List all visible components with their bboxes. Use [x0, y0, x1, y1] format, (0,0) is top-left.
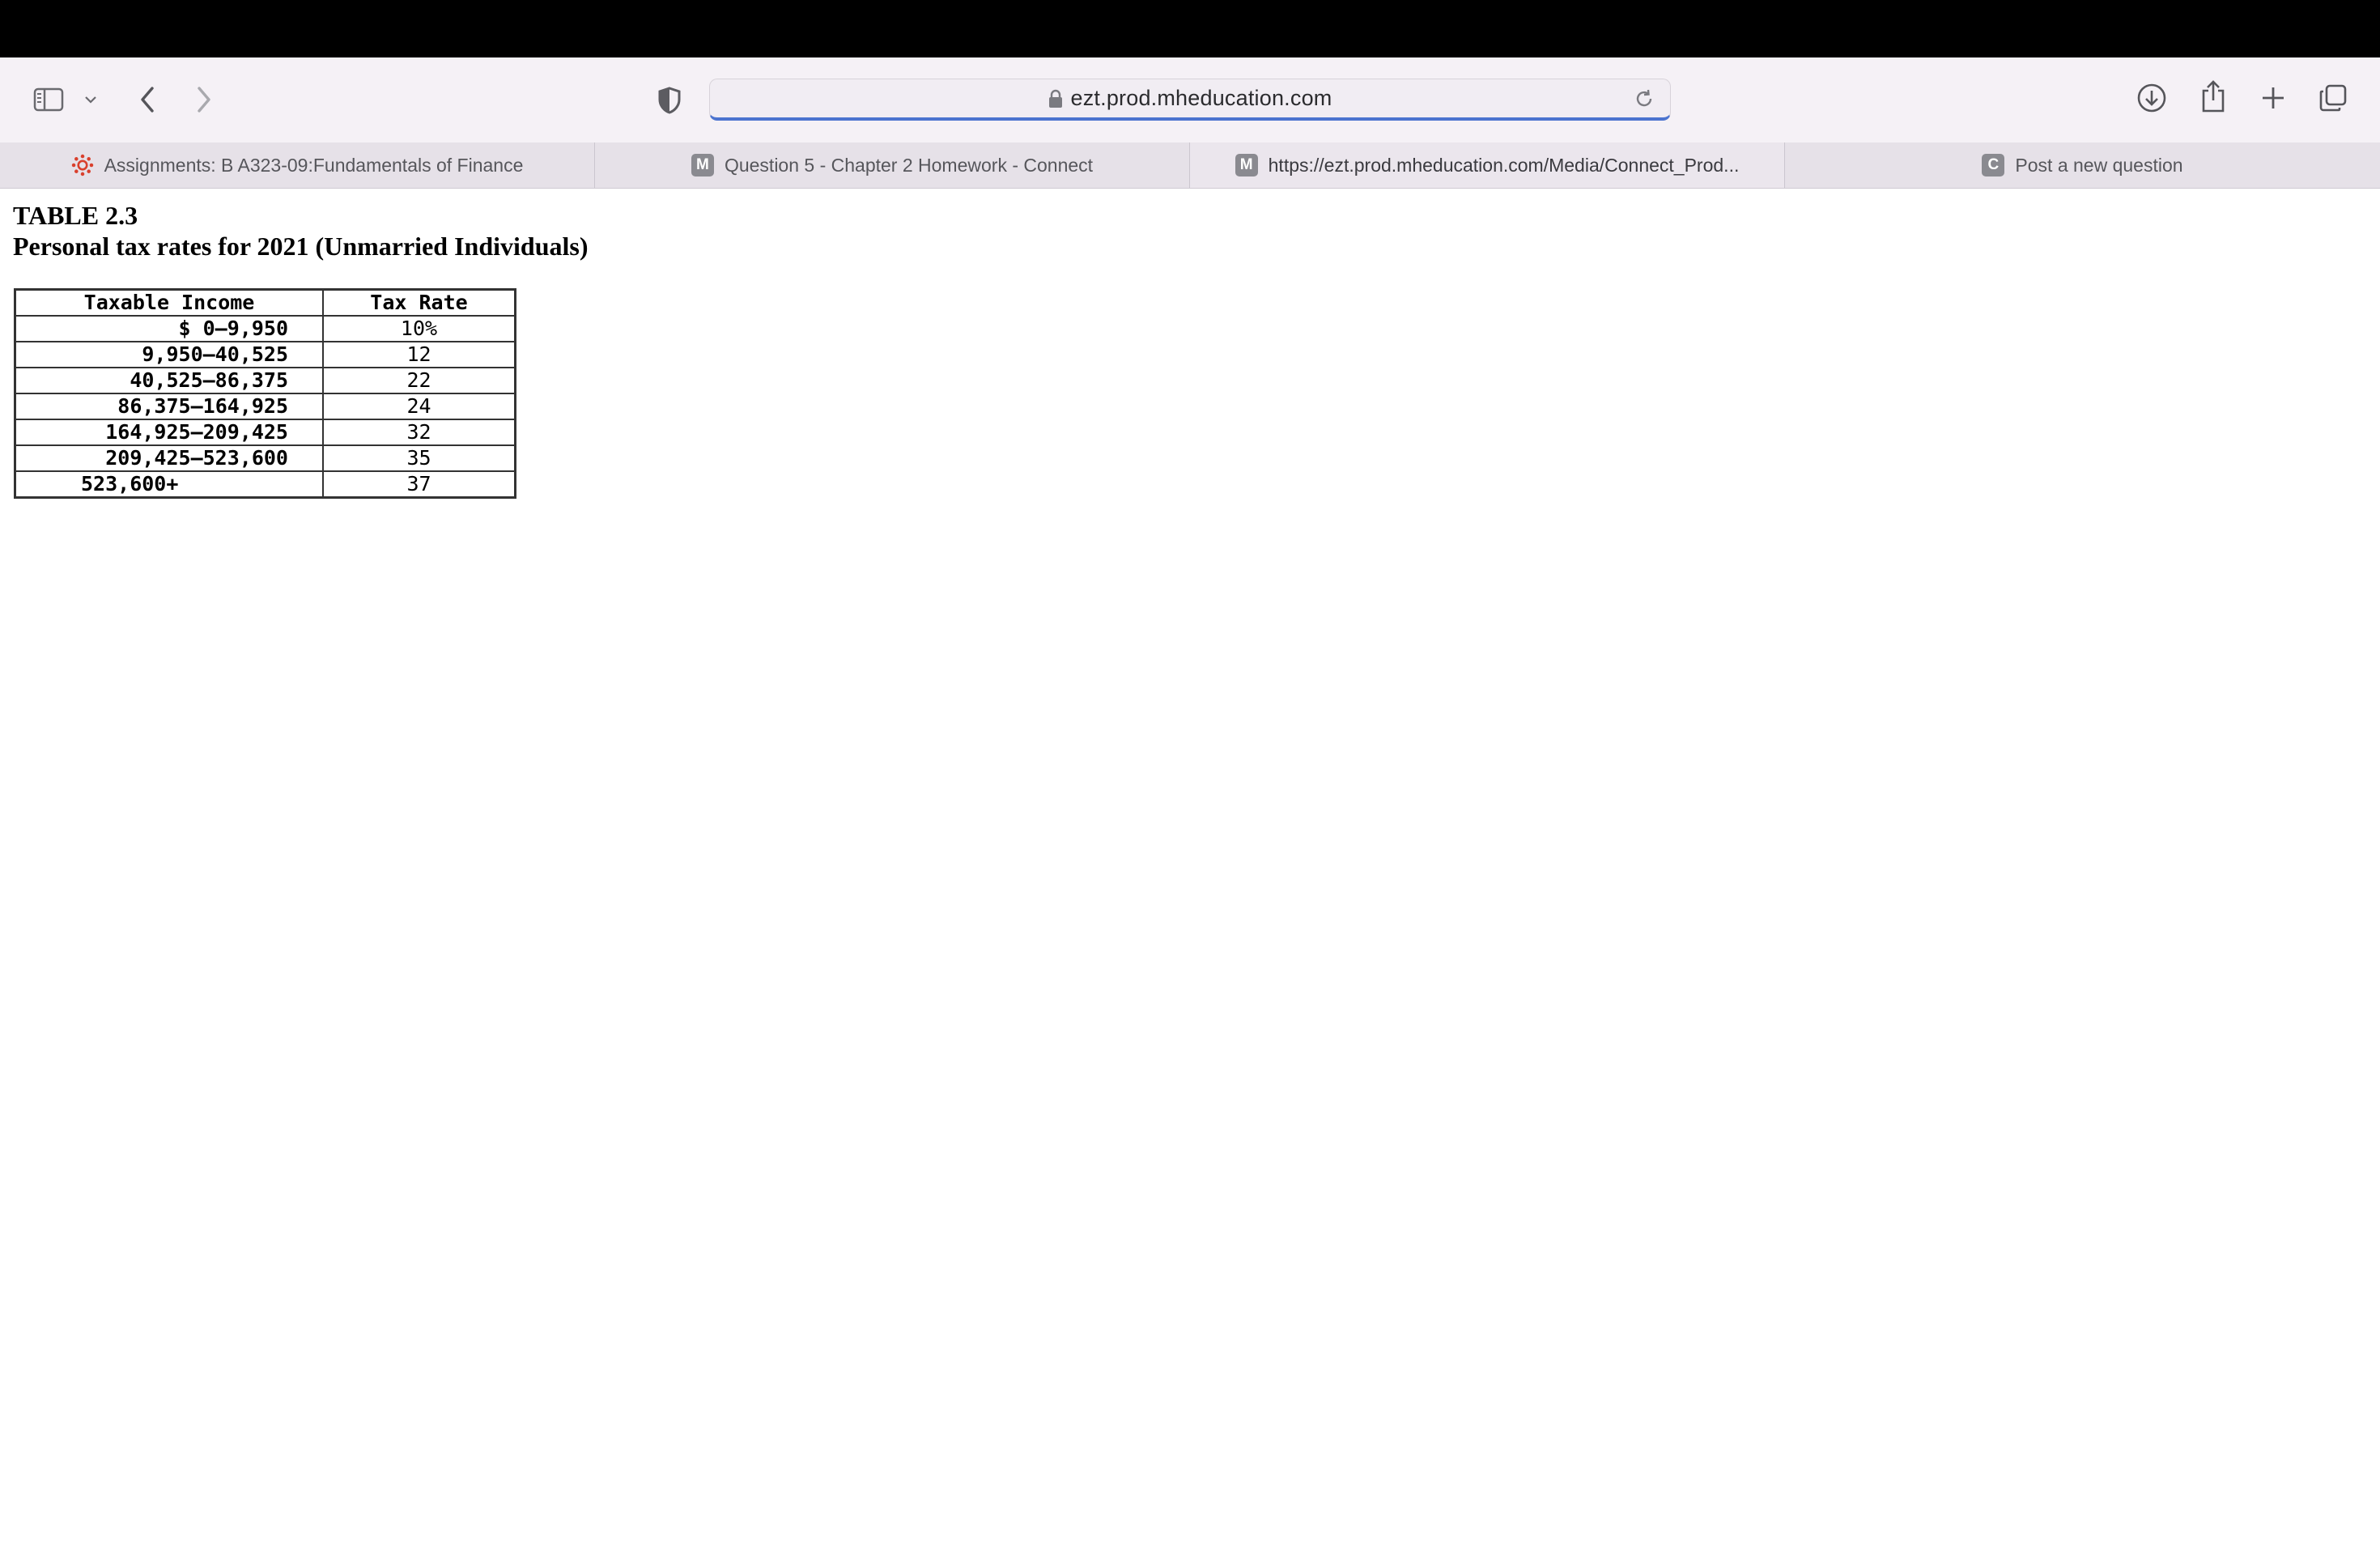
income-bracket: $ 0–9,950 [14, 315, 324, 342]
tax-rate: 37 [322, 470, 516, 499]
new-tab-icon[interactable] [2255, 80, 2291, 116]
tab-bar: Assignments: B A323-09:Fundamentals of F… [0, 142, 2380, 189]
address-bar[interactable]: ezt.prod.mheducation.com [709, 79, 1671, 121]
tab-overview-icon[interactable] [2315, 80, 2351, 116]
lock-icon [1048, 89, 1063, 108]
table-header-row: Taxable Income Tax Rate [14, 288, 516, 317]
tab-label: Post a new question [2015, 154, 2183, 176]
tab-label: Question 5 - Chapter 2 Homework - Connec… [724, 154, 1094, 176]
table-row: 40,525–86,375 22 [14, 367, 516, 394]
mheducation-icon: M [691, 154, 714, 176]
tab-connect-media[interactable]: M https://ezt.prod.mheducation.com/Media… [1190, 142, 1785, 188]
table-title: Personal tax rates for 2021 (Unmarried I… [13, 232, 589, 261]
table-row: $ 0–9,950 10% [14, 315, 516, 342]
table-caption: TABLE 2.3 Personal tax rates for 2021 (U… [13, 200, 588, 262]
reload-icon[interactable] [1633, 87, 1655, 110]
browser-toolbar: ezt.prod.mheducation.com [0, 57, 2380, 142]
mheducation-icon: M [1235, 154, 1258, 176]
tab-assignments[interactable]: Assignments: B A323-09:Fundamentals of F… [0, 142, 595, 188]
back-icon[interactable] [130, 82, 165, 117]
tab-label: Assignments: B A323-09:Fundamentals of F… [104, 154, 524, 176]
income-bracket: 209,425–523,600 [14, 444, 324, 472]
tab-label: https://ezt.prod.mheducation.com/Media/C… [1268, 154, 1740, 176]
tax-rate: 35 [322, 444, 516, 472]
sidebar-toggle-icon[interactable] [31, 82, 66, 117]
tab-question-5[interactable]: M Question 5 - Chapter 2 Homework - Conn… [595, 142, 1190, 188]
tax-rate: 10% [322, 315, 516, 342]
sidebar-menu-chevron-icon[interactable] [81, 90, 100, 109]
income-bracket: 86,375–164,925 [14, 393, 324, 420]
table-row: 9,950–40,525 12 [14, 341, 516, 368]
table-number: TABLE 2.3 [13, 201, 138, 230]
table-row: 209,425–523,600 35 [14, 444, 516, 472]
income-bracket: 523,600+ [14, 470, 324, 499]
canvas-icon [71, 154, 94, 176]
income-bracket: 164,925–209,425 [14, 419, 324, 446]
table-row: 164,925–209,425 32 [14, 419, 516, 446]
chegg-icon: C [1982, 154, 2005, 176]
tax-rate: 12 [322, 341, 516, 368]
address-url: ezt.prod.mheducation.com [1070, 86, 1332, 110]
table-row: 523,600+ 37 [14, 470, 516, 499]
tax-rate: 24 [322, 393, 516, 420]
tax-rate: 32 [322, 419, 516, 446]
menu-bar-blackout [0, 0, 2380, 57]
tax-rate-table: Taxable Income Tax Rate $ 0–9,950 10% 9,… [14, 288, 516, 499]
forward-icon[interactable] [186, 82, 222, 117]
page-content: TABLE 2.3 Personal tax rates for 2021 (U… [0, 189, 2380, 1548]
privacy-shield-icon[interactable] [652, 83, 686, 117]
table-row: 86,375–164,925 24 [14, 393, 516, 420]
income-bracket: 9,950–40,525 [14, 341, 324, 368]
income-bracket: 40,525–86,375 [14, 367, 324, 394]
downloads-icon[interactable] [2134, 80, 2170, 116]
header-taxable-income: Taxable Income [14, 288, 324, 317]
tax-rate: 22 [322, 367, 516, 394]
share-icon[interactable] [2195, 77, 2231, 116]
header-tax-rate: Tax Rate [322, 288, 516, 317]
tab-post-question[interactable]: C Post a new question [1785, 142, 2380, 188]
